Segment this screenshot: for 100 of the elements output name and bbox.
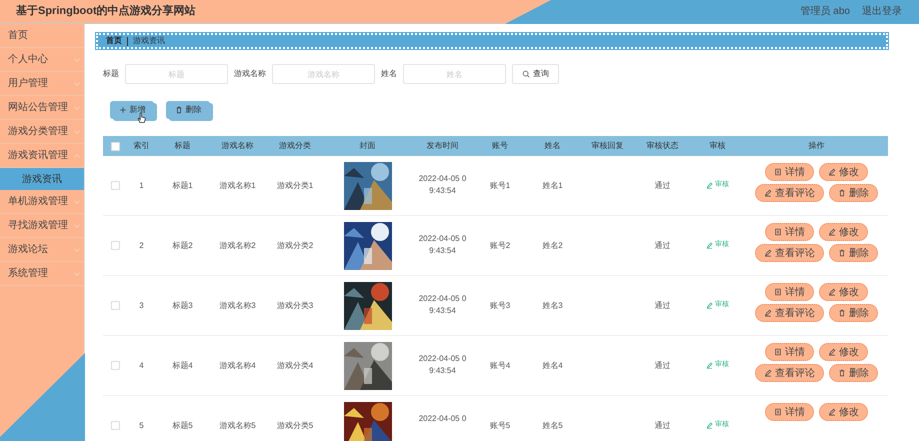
pen-icon [828, 288, 836, 296]
chevron-down-icon [73, 80, 81, 88]
column-header: 标题 [174, 140, 192, 152]
sidebar-item[interactable]: 游戏论坛 [0, 238, 84, 262]
field-label: 游戏名称 [234, 68, 266, 80]
table-cell: 游戏名称2 [219, 240, 256, 252]
column-header: 操作 [808, 140, 826, 152]
table-cell: 账号2 [490, 240, 510, 252]
site-title: 基于Springboot的中点游戏分享网站 [16, 4, 196, 20]
pen-icon [828, 408, 836, 416]
field-label: 标题 [103, 68, 119, 80]
breadcrumb-link[interactable]: 首页 [106, 35, 122, 47]
table-cell: 游戏分类1 [276, 180, 314, 192]
search-button[interactable]: 查询 [512, 64, 559, 84]
pen-icon [706, 182, 713, 189]
column-header: 审核状态 [646, 140, 680, 152]
table-cell: 通过 [654, 240, 670, 252]
sidebar-item[interactable]: 个人中心 [0, 48, 84, 72]
comments-button[interactable]: 查看评论 [755, 304, 824, 322]
edit-button[interactable]: 修改 [819, 343, 868, 361]
table-cell: 2022-04-05 0 [418, 233, 466, 245]
document-icon [774, 168, 782, 176]
hand-cursor-icon [136, 112, 147, 123]
pen-icon [828, 228, 836, 236]
table-cell: 姓名2 [542, 240, 563, 252]
sidebar-item[interactable]: 网站公告管理 [0, 96, 84, 120]
detail-button[interactable]: 详情 [765, 223, 814, 241]
sidebar-item[interactable]: 用户管理 [0, 72, 84, 96]
delete-button[interactable]: 删除 [829, 244, 878, 262]
table-cell: 9:43:54 [429, 305, 456, 317]
edit-button[interactable]: 修改 [819, 403, 868, 421]
sidebar-subitem[interactable]: 游戏资讯 [0, 168, 84, 190]
delete-button[interactable]: 删除 [166, 101, 210, 119]
table-cell: 9:43:54 [429, 185, 456, 197]
column-header: 账号 [491, 140, 509, 152]
pen-icon [764, 189, 772, 197]
table-cell: 账号5 [490, 420, 510, 432]
trash-icon [174, 106, 182, 114]
field-label: 姓名 [381, 68, 397, 80]
sidebar-item[interactable]: 首页 [0, 24, 84, 48]
sidebar-item[interactable]: 系统管理 [0, 262, 84, 286]
detail-button[interactable]: 详情 [765, 343, 814, 361]
column-header: 发布时间 [426, 140, 460, 152]
chevron-up-icon [73, 152, 81, 160]
edit-button[interactable]: 修改 [819, 223, 868, 241]
row-checkbox[interactable] [111, 241, 120, 250]
detail-button[interactable]: 详情 [765, 163, 814, 181]
chevron-down-icon [73, 104, 81, 112]
table-cell: 标题1 [172, 180, 193, 192]
sidebar-item[interactable]: 寻找游戏管理 [0, 214, 84, 238]
pen-icon [706, 242, 713, 249]
table-cell: 游戏名称5 [219, 420, 256, 432]
table-cell: 游戏名称1 [219, 180, 256, 192]
table-cell: 通过 [654, 300, 670, 312]
detail-button[interactable]: 详情 [765, 283, 814, 301]
document-icon [774, 288, 782, 296]
column-header: 索引 [132, 140, 150, 152]
table-cell: 姓名5 [542, 420, 563, 432]
table-cell: 标题3 [172, 300, 193, 312]
table-cell: 2 [139, 240, 144, 252]
table-cell: 账号3 [490, 300, 510, 312]
delete-button[interactable]: 删除 [829, 364, 878, 382]
pen-icon [706, 302, 713, 309]
table-cell: 通过 [654, 180, 670, 192]
trash-icon [838, 189, 846, 197]
chevron-down-icon [73, 128, 81, 136]
table-cell: 游戏分类3 [276, 300, 314, 312]
trash-icon [838, 309, 846, 317]
row-checkbox[interactable] [111, 181, 120, 190]
comments-button[interactable]: 查看评论 [755, 184, 824, 202]
row-checkbox[interactable] [111, 421, 120, 430]
logout-link[interactable]: 退出登录 [862, 4, 902, 19]
document-icon [774, 228, 782, 236]
sidebar-item[interactable]: 游戏分类管理 [0, 120, 84, 144]
table-cell: 1 [139, 180, 144, 192]
chevron-down-icon [73, 56, 81, 64]
table-cell: 姓名3 [542, 300, 563, 312]
comments-button[interactable]: 查看评论 [755, 364, 824, 382]
row-checkbox[interactable] [111, 361, 120, 370]
column-header: 审核回复 [590, 140, 624, 152]
select-all-checkbox[interactable] [111, 142, 120, 150]
delete-button[interactable]: 删除 [829, 304, 878, 322]
edit-button[interactable]: 修改 [819, 283, 868, 301]
table-cell: 2022-04-05 0 [418, 173, 466, 185]
trash-icon [838, 249, 846, 257]
breadcrumb-link[interactable]: 游戏资讯 [133, 35, 165, 47]
column-header: 游戏名称 [220, 140, 254, 152]
pen-icon [828, 348, 836, 356]
table-cell: 游戏分类4 [276, 360, 314, 372]
row-checkbox[interactable] [111, 301, 120, 310]
table-cell: 标题2 [172, 240, 193, 252]
add-button[interactable]: 新增 [110, 101, 154, 119]
table-cell: 4 [139, 360, 144, 372]
sidebar-item[interactable]: 单机游戏管理 [0, 190, 84, 214]
detail-button[interactable]: 详情 [765, 403, 814, 421]
table-cell: 游戏分类2 [276, 240, 314, 252]
table-cell: 游戏名称4 [219, 360, 256, 372]
edit-button[interactable]: 修改 [819, 163, 868, 181]
comments-button[interactable]: 查看评论 [755, 244, 824, 262]
delete-button[interactable]: 删除 [829, 184, 878, 202]
